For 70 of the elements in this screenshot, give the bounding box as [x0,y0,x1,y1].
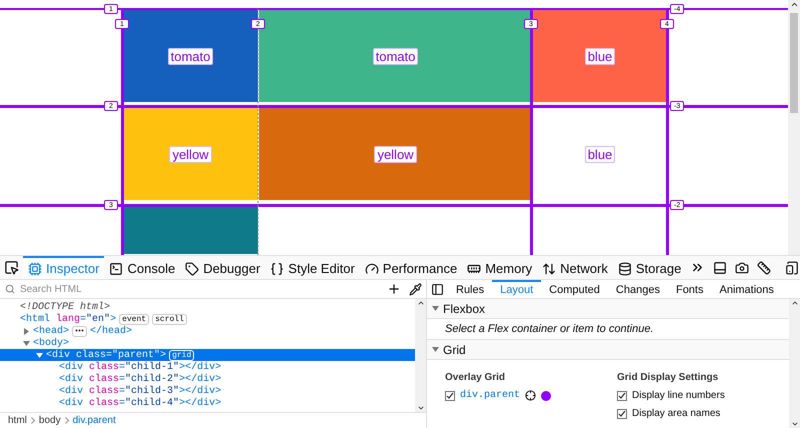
checkbox[interactable] [617,408,627,418]
tab-icon [542,262,556,276]
triangle-icon [432,306,439,311]
checkbox[interactable] [617,390,627,400]
markup-line[interactable]: <html lang="en"> event scroll [0,313,415,325]
area-name-label: yellow [374,146,417,162]
expanded-triangle-icon[interactable] [36,352,43,358]
scroll-down-icon[interactable] [416,404,424,412]
markup-line[interactable]: <div class="child-3"></div> [0,385,415,397]
tab-icon [185,262,200,276]
scroll-up-icon[interactable] [790,0,798,9]
markup-line[interactable]: <div class="child-1"></div> [0,361,415,373]
section-heading: Grid Display Settings [617,372,720,383]
markup-line[interactable]: <body> [0,337,415,349]
search-icon [5,284,15,294]
section-header[interactable]: Flexbox [427,299,789,319]
sidebar-tab[interactable]: Rules [448,280,492,298]
triangle-icon [432,347,439,352]
crosshair-icon[interactable] [525,390,536,401]
checkbox[interactable] [445,390,455,400]
search-field[interactable]: Search HTML [18,282,383,296]
tab-icon [109,262,124,276]
section-heading: Overlay Grid [445,372,506,383]
breadcrumb[interactable]: div.parent [72,415,116,426]
breadcrumb[interactable]: body [38,415,61,426]
color-swatch[interactable] [541,390,552,400]
sidebar-tab[interactable]: Fonts [668,280,712,298]
area-name-label: yellow [169,146,212,162]
scrollbar[interactable] [415,299,426,412]
devtools-tab[interactable]: Performance [360,256,462,279]
devtools-tab[interactable]: Storage [612,256,686,279]
devtools-tab[interactable]: Debugger [180,256,266,279]
sidebar-tab[interactable]: Computed [541,280,608,298]
scroll-down-icon[interactable] [790,420,798,428]
sidebar-tab[interactable]: Animations [711,280,782,298]
tab-icon [270,262,284,276]
devtools-tab[interactable]: Memory [462,256,538,279]
markup-line[interactable]: <!DOCTYPE html> [0,301,415,313]
breadcrumb[interactable]: html [8,415,27,426]
markup-line[interactable]: <div class="child-2"></div> [0,373,415,385]
devtools-tab[interactable]: Network [537,256,613,279]
devtools-tab[interactable]: Console [104,256,180,279]
area-name-label: tomato [372,48,418,64]
area-name-label: tomato [168,48,214,64]
devtools-tab[interactable]: Style Editor [265,256,360,279]
scrollbar[interactable] [789,299,800,428]
checkbox-label: Display area names [632,408,720,419]
devtools-tab[interactable]: Inspector [23,256,104,279]
ellipsis-icon[interactable] [72,326,88,336]
scroll-up-icon[interactable] [416,299,424,307]
area-name-label: blue [584,48,616,64]
chevron-icon [64,417,69,424]
grid-element-label[interactable]: div.parent [460,390,520,401]
sidebar-tab[interactable]: Changes [608,280,668,298]
section-header[interactable]: Grid [427,340,789,360]
markup-line[interactable]: <head> </head> [0,325,415,337]
tab-icon [618,262,632,276]
tab-icon [28,262,42,276]
collapsed-triangle-icon[interactable] [23,328,30,334]
node-badge[interactable]: grid [169,350,194,360]
scroll-up-icon[interactable] [790,299,798,307]
chevron-icon [30,417,35,424]
scrollbar[interactable] [788,0,800,255]
expanded-triangle-icon[interactable] [23,340,30,346]
markup-line[interactable]: <div class="child-4"></div> [0,397,415,409]
area-name-label: blue [584,146,616,162]
node-badge[interactable]: scroll [152,314,187,324]
node-badge[interactable]: event [119,314,150,324]
tab-icon [364,262,379,276]
checkbox-label: Display line numbers [632,390,725,401]
